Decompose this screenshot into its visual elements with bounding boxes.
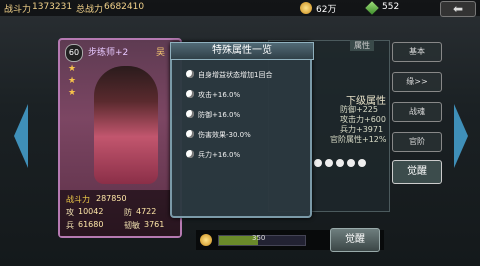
moon-icon: [314, 159, 322, 167]
popup-item: 伤害效果-30.0%: [198, 131, 251, 139]
hero-faction: 吴: [156, 48, 166, 58]
moon-row: [314, 152, 369, 171]
progress-text: 350: [252, 234, 266, 242]
popup-title: 特殊属性一览: [170, 42, 314, 60]
hero-card: 60 ★ ★ ★ 步练师+2 吴 战斗力 287850 攻 10042 防 47…: [58, 38, 182, 238]
awaken-button[interactable]: 觉醒: [330, 228, 380, 252]
spd-label: 韧敏: [124, 221, 140, 230]
gems-value: 552: [382, 2, 400, 12]
kingdom-power-label: 总战力: [76, 5, 104, 15]
popup-item: 兵力+16.0%: [198, 151, 241, 159]
hp-value: 61680: [78, 220, 104, 229]
hp-label: 兵: [66, 221, 74, 230]
popup-item: 自身增益状态增加1回合: [198, 71, 273, 79]
popup-item: 攻击+16.0%: [198, 91, 241, 99]
spd-value: 3761: [144, 220, 165, 229]
gem-icon: [365, 1, 379, 15]
atk-value: 10042: [78, 207, 104, 216]
back-arrow-icon: ⬅: [452, 2, 464, 16]
coins-value: 62万: [316, 5, 337, 15]
def-label: 防: [124, 208, 132, 217]
fate-button[interactable]: 缘>>: [392, 72, 442, 92]
star-icon: ★: [68, 88, 77, 98]
popup-item: 防御+16.0%: [198, 111, 241, 119]
coin-icon: [300, 2, 312, 14]
moon-icon: [186, 70, 194, 78]
atk-label: 攻: [66, 208, 74, 217]
star-icon: ★: [68, 76, 77, 86]
prev-arrow-button[interactable]: [14, 104, 28, 168]
back-button[interactable]: ⬅: [440, 1, 476, 17]
star-icon: ★: [68, 64, 77, 74]
moon-icon: [358, 159, 366, 167]
moon-icon: [186, 90, 194, 98]
moon-icon: [336, 159, 344, 167]
power-label: 战斗力: [66, 195, 90, 204]
special-attributes-popup: 特殊属性一览 自身增益状态增加1回合 攻击+16.0% 防御+16.0% 伤害效…: [170, 42, 314, 218]
hero-name: 步练师+2: [88, 48, 129, 58]
moon-icon: [325, 159, 333, 167]
def-value: 4722: [136, 207, 157, 216]
rank-button[interactable]: 官阶: [392, 132, 442, 152]
battle-power-value: 1373231: [32, 2, 73, 12]
coin-icon: [200, 234, 212, 246]
war-soul-button[interactable]: 战魂: [392, 102, 442, 122]
next-arrow-button[interactable]: [454, 104, 468, 168]
basic-button[interactable]: 基本: [392, 42, 442, 62]
hero-portrait: [94, 66, 158, 184]
lower-attr-line: 官阶属性+12%: [330, 135, 387, 144]
level-badge: 60: [65, 44, 83, 62]
moon-icon: [186, 110, 194, 118]
card-stats: 战斗力 287850 攻 10042 防 4722 兵 61680 韧敏 376…: [60, 190, 180, 236]
power-value: 287850: [96, 194, 127, 203]
moon-icon: [186, 130, 194, 138]
awaken-side-button[interactable]: 觉醒: [392, 160, 442, 184]
moon-icon: [186, 150, 194, 158]
top-bar: 战斗力 1373231 总战力 6682410 62万 552 ⬅: [0, 0, 480, 17]
moon-icon: [347, 159, 355, 167]
battle-power-label: 战斗力: [4, 5, 32, 15]
tab-attributes[interactable]: 属性: [350, 40, 374, 51]
kingdom-power-value: 6682410: [104, 2, 145, 12]
